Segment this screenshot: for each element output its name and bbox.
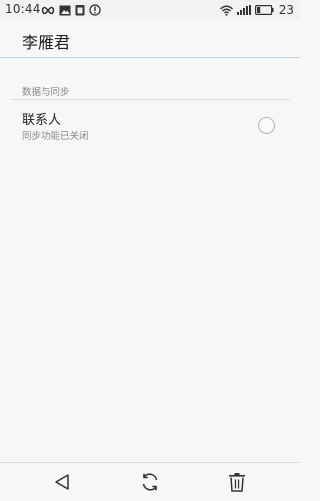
image-icon: [59, 5, 71, 15]
status-time: 10:44: [5, 2, 41, 16]
status-bar: 10:44 23: [0, 0, 300, 20]
info-icon: [89, 4, 101, 16]
wifi-icon: [219, 5, 233, 16]
back-icon: [55, 474, 69, 490]
contacts-sync-checkbox[interactable]: [258, 117, 275, 134]
page-title: 李雁君: [22, 33, 71, 52]
bottom-action-bar: [0, 462, 300, 501]
section-divider: [10, 99, 290, 100]
section-header-sync: 数据与同步: [22, 87, 70, 98]
battery-icon: [254, 5, 274, 15]
signal-icon: [236, 5, 251, 15]
contacts-sync-status: 同步功能已关闭: [22, 131, 89, 142]
battery-percent: 23: [278, 3, 294, 17]
infinity-icon: [41, 6, 55, 14]
clipboard-icon: [75, 5, 85, 16]
sync-icon: [142, 473, 158, 491]
sync-button[interactable]: [138, 471, 162, 493]
status-right-icons: 23: [219, 3, 294, 17]
contacts-title: 联系人: [22, 113, 62, 128]
status-left-icons: [41, 4, 101, 16]
app-bar: 李雁君: [0, 20, 300, 58]
delete-button[interactable]: [225, 471, 249, 493]
delete-icon: [229, 473, 245, 492]
list-item-contacts[interactable]: 联系人 同步功能已关闭: [0, 103, 300, 148]
back-button[interactable]: [50, 471, 74, 493]
